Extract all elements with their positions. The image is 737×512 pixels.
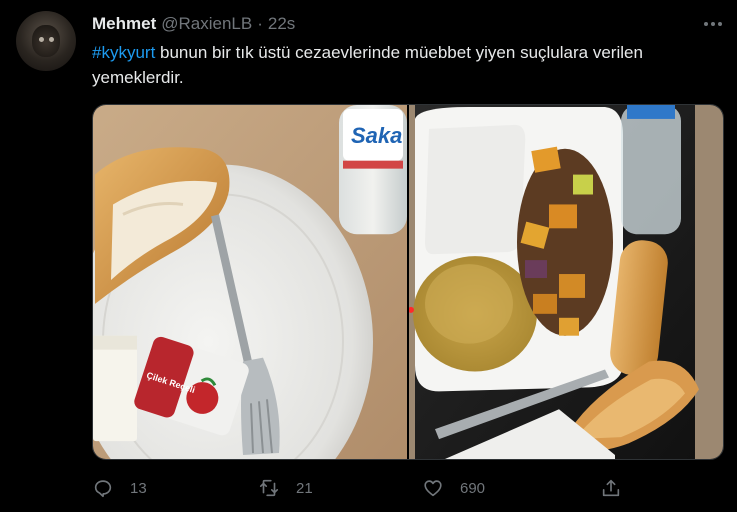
photo-left-image: Saka Çilek Reçeli [93,105,407,459]
like-count: 690 [460,479,486,497]
avatar[interactable] [16,11,76,71]
author-handle[interactable]: @RaxienLB [161,14,252,34]
tweet-actions: 13 21 690 [92,474,722,502]
tweet-body: bunun bir tık üstü cezaevlerinde müebbet… [92,43,643,87]
reply-icon [94,480,112,498]
share-icon [602,479,620,497]
tweet-media[interactable]: Saka Çilek Reçeli [92,104,724,460]
share-button[interactable] [600,474,622,502]
avatar-eye-right [49,37,54,42]
avatar-eye-left [39,37,44,42]
bottle-brand: Saka [351,123,402,148]
separator: · [257,14,263,33]
avatar-face [32,25,60,57]
tweet-text: #kykyurt bunun bir tık üstü cezaevlerind… [92,40,722,90]
reply-button[interactable]: 13 [92,474,147,502]
tweet-time[interactable]: 22s [268,14,295,34]
hashtag-link[interactable]: #kykyurt [92,43,155,62]
retweet-button[interactable]: 21 [258,474,313,502]
retweet-icon [259,479,279,497]
author-name[interactable]: Mehmet [92,14,156,34]
like-icon [424,480,442,497]
reply-count: 13 [130,479,147,497]
more-options-button[interactable] [701,12,725,36]
more-icon [704,22,722,26]
photo-left[interactable]: Saka Çilek Reçeli [93,105,407,459]
tweet-card[interactable]: Mehmet @RaxienLB · 22s #kykyurt bunun bi… [0,0,737,512]
tweet-header: Mehmet @RaxienLB · 22s [92,14,295,34]
photo-right-image [409,105,723,459]
retweet-count: 21 [296,479,313,497]
photo-right[interactable] [409,105,723,459]
like-button[interactable]: 690 [422,474,485,502]
